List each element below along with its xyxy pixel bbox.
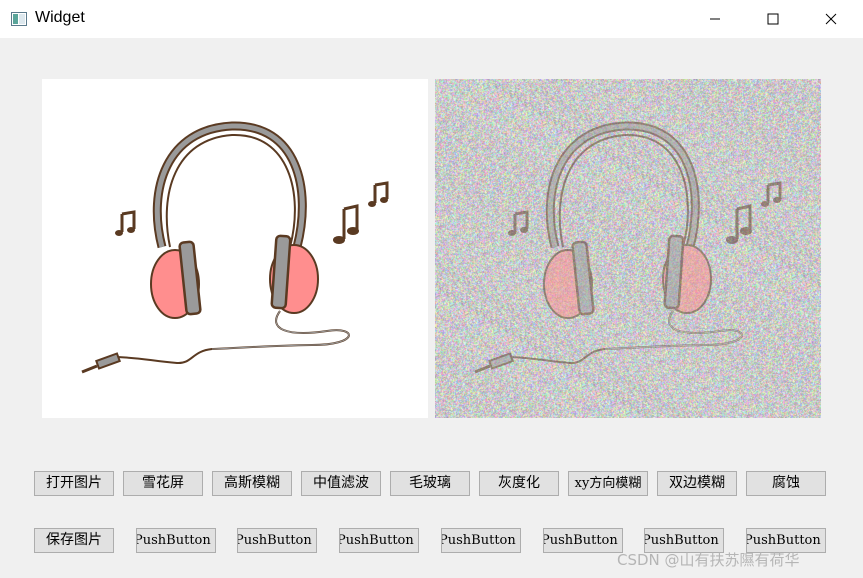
grayscale-button[interactable]: 灰度化 xyxy=(479,471,559,496)
headphones-illustration xyxy=(81,121,389,374)
open-image-button[interactable]: 打开图片 xyxy=(34,471,114,496)
frosted-glass-button[interactable]: 毛玻璃 xyxy=(390,471,470,496)
window-title: Widget xyxy=(35,9,85,26)
headphones-illustration-noise xyxy=(435,79,821,418)
gaussian-blur-button[interactable]: 高斯模糊 xyxy=(212,471,292,496)
close-icon xyxy=(825,13,837,25)
maximize-button[interactable] xyxy=(744,0,802,38)
save-image-button[interactable]: 保存图片 xyxy=(34,528,114,553)
push-button-5[interactable]: PushButton xyxy=(543,528,623,553)
maximize-icon xyxy=(767,13,779,25)
csdn-watermark: CSDN @山有扶苏隰有荷华 xyxy=(617,551,800,569)
push-button-2[interactable]: PushButton xyxy=(237,528,317,553)
push-button-3[interactable]: PushButton xyxy=(339,528,419,553)
erode-button[interactable]: 腐蚀 xyxy=(746,471,826,496)
processed-image xyxy=(435,79,821,418)
widget-window: Widget 打开图片 雪花屏 高斯模糊 中值滤波 毛玻璃 灰度化 xy方向模糊… xyxy=(0,0,863,578)
title-bar[interactable]: Widget xyxy=(0,0,863,38)
median-filter-button[interactable]: 中值滤波 xyxy=(301,471,381,496)
close-button[interactable] xyxy=(802,0,860,38)
app-window-icon xyxy=(11,12,27,26)
push-button-1[interactable]: PushButton xyxy=(136,528,216,553)
xy-direction-blur-button[interactable]: xy方向模糊 xyxy=(568,471,648,496)
original-image xyxy=(42,79,428,418)
push-button-4[interactable]: PushButton xyxy=(441,528,521,553)
minimize-icon xyxy=(710,18,720,20)
minimize-button[interactable] xyxy=(686,0,744,38)
bilateral-blur-button[interactable]: 双边模糊 xyxy=(657,471,737,496)
snow-screen-button[interactable]: 雪花屏 xyxy=(123,471,203,496)
